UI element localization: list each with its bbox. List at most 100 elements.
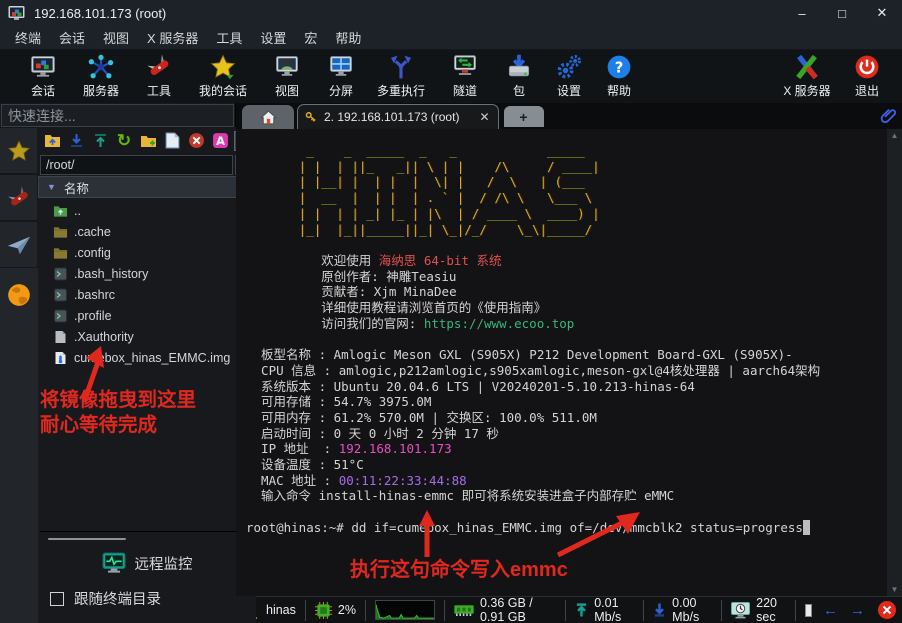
scroll-page-icon [805, 604, 812, 617]
multi-exec-fork-icon [387, 53, 415, 81]
letter-a-icon: A [212, 132, 229, 149]
toolbar-exit-button[interactable]: 退出 [842, 53, 892, 99]
cpu-chip-icon [315, 602, 332, 619]
sidebar: ↻ A ˅ ▼ 名称 [0, 103, 236, 623]
toolbar-view-button[interactable]: 视图 [258, 53, 316, 99]
toolbar-my-sessions-button[interactable]: 我的会话 [188, 53, 258, 99]
refresh-button[interactable]: ↻ [114, 131, 134, 151]
quick-connect-input[interactable] [1, 104, 234, 127]
file-browser-toolbar: ↻ A [38, 127, 256, 154]
cpu-percent-label: 2% [338, 603, 356, 617]
delete-button[interactable] [186, 131, 206, 151]
sort-triangle-icon: ▼ [47, 182, 56, 192]
menu-tools[interactable]: 工具 [207, 28, 251, 47]
terminal-output: _ _ _____ _ _ _____ | | | ||_ _|| \ | | … [246, 143, 878, 536]
toolbar-servers-label: 服务器 [83, 82, 119, 99]
download-arrow-icon [68, 132, 85, 149]
upload-button[interactable] [90, 131, 110, 151]
follow-terminal-label: 跟随终端目录 [74, 588, 161, 609]
ram-icon [454, 604, 474, 617]
download-speed-label: 0.00 Mb/s [672, 596, 712, 623]
annotation-arrow-to-image-file [68, 344, 112, 406]
new-file-icon [164, 132, 181, 149]
upload-speed-icon [575, 602, 588, 618]
menu-x-server[interactable]: X 服务器 [138, 28, 207, 47]
file-row-parent[interactable]: .. [38, 200, 256, 221]
go-up-folder-button[interactable] [42, 131, 62, 151]
download-button[interactable] [66, 131, 86, 151]
remote-monitor-icon [102, 552, 126, 574]
close-button[interactable]: ✕ [862, 0, 902, 26]
toolbar-settings-button[interactable]: 设置 [544, 53, 594, 99]
toolbar-split-button[interactable]: 分屏 [316, 53, 366, 99]
attach-button[interactable] [880, 107, 897, 129]
paperclip-icon [880, 107, 897, 124]
remote-monitoring-label: 远程监控 [135, 553, 193, 574]
scroll-down-icon[interactable]: ▼ [891, 585, 899, 594]
file-row[interactable]: .config [38, 242, 256, 263]
globe-icon [6, 282, 32, 308]
toolbar-multiexec-button[interactable]: 多重执行 [366, 53, 436, 99]
sidebar-tab-sessions[interactable] [0, 127, 38, 174]
file-list-header[interactable]: ▼ 名称 [38, 176, 256, 198]
menu-help[interactable]: 帮助 [326, 28, 370, 47]
new-file-button[interactable] [162, 131, 182, 151]
refresh-icon: ↻ [117, 132, 131, 149]
toolbar-tunnel-button[interactable]: 隧道 [436, 53, 494, 99]
file-row[interactable]: .profile [38, 305, 256, 326]
toolbar-my-sessions-label: 我的会话 [199, 82, 247, 99]
nav-left-arrow[interactable]: ← [820, 602, 841, 619]
folder-icon [53, 225, 68, 239]
active-session-tab[interactable]: 2. 192.168.101.173 (root) ✕ [297, 104, 499, 129]
tab-bar: 2. 192.168.101.173 (root) ✕ + [236, 103, 902, 129]
sidebar-tab-tools[interactable] [0, 174, 38, 221]
file-icon [53, 330, 68, 344]
toolbar-servers-button[interactable]: 服务器 [72, 53, 130, 99]
star-icon [6, 138, 32, 164]
rename-button[interactable]: A [210, 131, 230, 151]
terminal-scrollbar[interactable]: ▲ ▼ [887, 129, 902, 596]
menu-macros[interactable]: 宏 [295, 28, 326, 47]
upload-arrow-icon [92, 132, 109, 149]
new-tab-button[interactable]: + [504, 106, 544, 127]
packages-drive-icon [505, 53, 533, 81]
host-label: hinas [266, 603, 296, 617]
memory-segment: 0.36 GB / 0.91 GB [444, 600, 565, 621]
scroll-up-icon[interactable]: ▲ [891, 131, 899, 140]
menu-sessions[interactable]: 会话 [50, 28, 94, 47]
file-row[interactable]: .bash_history [38, 263, 256, 284]
toolbar-packages-button[interactable]: 包 [494, 53, 544, 99]
sidebar-tab-macros[interactable] [0, 221, 38, 268]
minimize-button[interactable]: – [782, 0, 822, 26]
disk-image-file-icon [53, 351, 68, 365]
nav-right-arrow[interactable]: → [847, 602, 868, 619]
file-row[interactable]: .bashrc [38, 284, 256, 305]
status-close-button[interactable] [877, 600, 897, 620]
menu-terminal[interactable]: 终端 [6, 28, 50, 47]
path-input[interactable] [40, 155, 233, 175]
swiss-knife-icon [6, 185, 32, 211]
menu-view[interactable]: 视图 [94, 28, 138, 47]
help-question-icon: ? [605, 53, 633, 81]
toolbar-x-server-button[interactable]: X 服务器 [772, 53, 842, 99]
annotation-arrow-to-device [552, 508, 644, 558]
toolbar-help-button[interactable]: ? 帮助 [594, 53, 644, 99]
home-tab[interactable] [242, 105, 294, 129]
remote-monitoring-button[interactable]: 远程监控 [38, 540, 256, 580]
cpu-segment: 2% [305, 600, 365, 621]
tab-close-icon[interactable]: ✕ [479, 110, 489, 124]
toolbar-session-button[interactable]: 会话 [14, 53, 72, 99]
svg-text:?: ? [615, 58, 624, 76]
new-folder-button[interactable] [138, 131, 158, 151]
file-row[interactable]: .cache [38, 221, 256, 242]
session-monitor-icon [29, 53, 57, 81]
maximize-button[interactable]: □ [822, 0, 862, 26]
checkbox-unchecked[interactable] [50, 592, 64, 606]
toolbar-tools-button[interactable]: 工具 [130, 53, 188, 99]
follow-terminal-checkbox-row[interactable]: 跟随终端目录 [38, 580, 256, 623]
main-toolbar: 会话 服务器 工具 我的会话 视图 分屏 多重执行 隧道 [0, 50, 902, 103]
app-logo-icon [8, 5, 26, 21]
sidebar-web-button[interactable] [6, 282, 32, 313]
menu-settings[interactable]: 设置 [251, 28, 295, 47]
parent-folder-icon [53, 204, 68, 218]
